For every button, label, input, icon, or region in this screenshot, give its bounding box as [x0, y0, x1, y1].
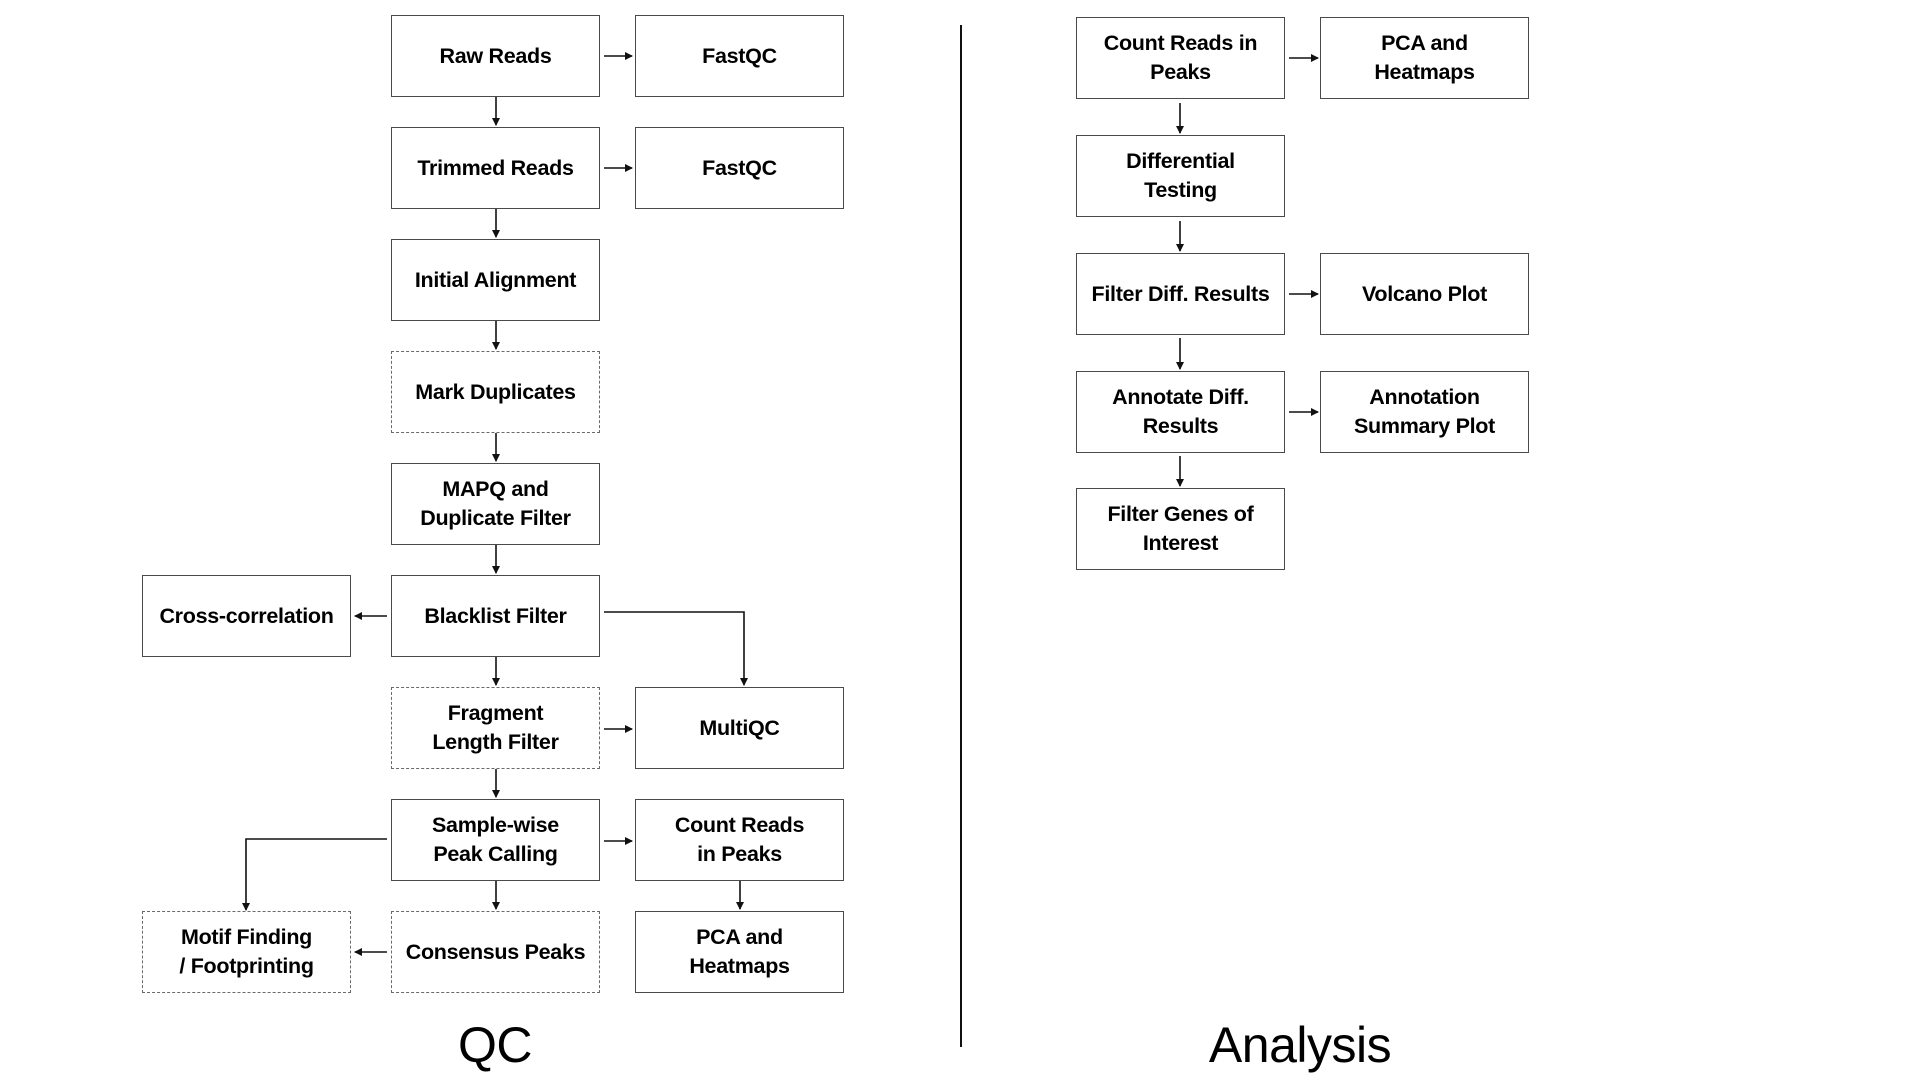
node-initial-alignment: Initial Alignment [391, 239, 600, 321]
edge-peakcalling-to-motif [242, 838, 387, 911]
node-label: Cross-correlation [159, 603, 334, 628]
node-a-count-reads: Count Reads in Peaks [1076, 17, 1285, 99]
section-divider [960, 25, 962, 1047]
edge-blacklist-to-multiqc [604, 611, 748, 686]
node-label: PCA and Heatmaps [689, 925, 790, 978]
node-motif-finding: Motif Finding / Footprinting [142, 911, 351, 993]
node-a-pca-heatmaps: PCA and Heatmaps [1320, 17, 1529, 99]
node-label: Differential Testing [1126, 149, 1235, 202]
node-fastqc-trimmed: FastQC [635, 127, 844, 209]
node-consensus-peaks: Consensus Peaks [391, 911, 600, 993]
node-pca-heatmaps: PCA and Heatmaps [635, 911, 844, 993]
node-mapq-filter: MAPQ and Duplicate Filter [391, 463, 600, 545]
section-label-analysis: Analysis [1208, 1017, 1392, 1073]
node-label: Annotation Summary Plot [1354, 385, 1495, 438]
node-label: MAPQ and Duplicate Filter [420, 477, 571, 530]
node-label: Count Reads in Peaks [674, 813, 805, 866]
node-label: MultiQC [699, 715, 780, 740]
node-a-volcano-plot: Volcano Plot [1320, 253, 1529, 335]
node-label: Raw Reads [439, 43, 552, 68]
node-label: FastQC [702, 155, 777, 180]
section-label-qc: QC [458, 1017, 533, 1073]
node-label: Initial Alignment [414, 267, 577, 292]
node-label: Consensus Peaks [405, 939, 586, 964]
node-trimmed-reads: Trimmed Reads [391, 127, 600, 209]
node-a-filter-genes: Filter Genes of Interest [1076, 488, 1285, 570]
node-label: Annotate Diff. Results [1112, 385, 1249, 438]
node-label: Trimmed Reads [417, 155, 574, 180]
node-label: Mark Duplicates [415, 379, 576, 404]
node-peak-calling: Sample-wise Peak Calling [391, 799, 600, 881]
node-label: Count Reads in Peaks [1103, 31, 1258, 84]
node-mark-duplicates: Mark Duplicates [391, 351, 600, 433]
node-cross-correlation: Cross-correlation [142, 575, 351, 657]
node-label: Filter Genes of Interest [1107, 502, 1254, 555]
node-label: Motif Finding / Footprinting [179, 925, 314, 978]
node-a-annotation-summary-plot: Annotation Summary Plot [1320, 371, 1529, 453]
node-fastqc-raw: FastQC [635, 15, 844, 97]
node-a-annotate-diff-results: Annotate Diff. Results [1076, 371, 1285, 453]
node-fragment-length-filter: Fragment Length Filter [391, 687, 600, 769]
node-blacklist-filter: Blacklist Filter [391, 575, 600, 657]
node-count-reads: Count Reads in Peaks [635, 799, 844, 881]
node-raw-reads: Raw Reads [391, 15, 600, 97]
node-a-differential-testing: Differential Testing [1076, 135, 1285, 217]
node-label: PCA and Heatmaps [1374, 31, 1475, 84]
node-label: Volcano Plot [1361, 281, 1487, 306]
node-label: Blacklist Filter [424, 603, 567, 628]
node-label: Fragment Length Filter [432, 701, 559, 754]
node-label: Filter Diff. Results [1091, 281, 1270, 306]
node-a-filter-diff-results: Filter Diff. Results [1076, 253, 1285, 335]
node-multiqc: MultiQC [635, 687, 844, 769]
node-label: Sample-wise Peak Calling [432, 813, 559, 866]
node-label: FastQC [702, 43, 777, 68]
